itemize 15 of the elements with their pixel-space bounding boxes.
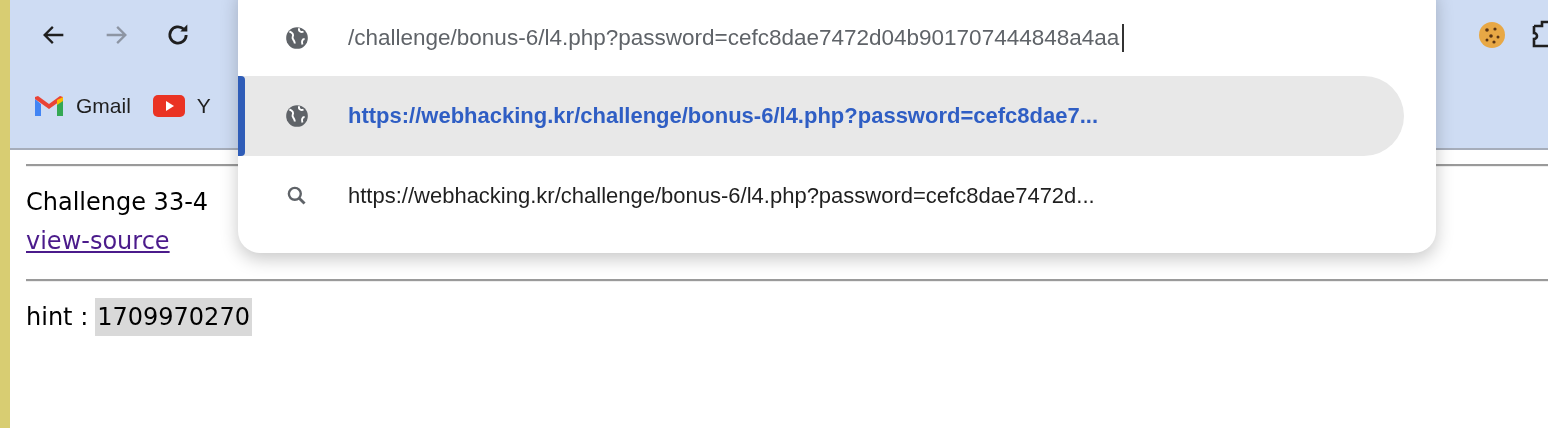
play-icon bbox=[152, 95, 185, 117]
address-field[interactable]: /challenge/bonus-6/l4.php?password=cefc8dae7472d04b901707444848a4aa bbox=[348, 24, 1124, 52]
bookmark[interactable]: Gmail bbox=[34, 94, 131, 118]
view-source-link[interactable]: view-source bbox=[26, 221, 170, 261]
suggestion-item[interactable]: https://webhacking.kr/challenge/bonus-6/l4.php?password=cefc8dae7... bbox=[238, 76, 1404, 156]
cookie-icon[interactable] bbox=[1478, 21, 1506, 49]
bookmark[interactable]: Y bbox=[152, 94, 211, 118]
globe-icon bbox=[284, 103, 310, 129]
globe-icon bbox=[284, 25, 310, 51]
hint-label: hint : bbox=[26, 302, 89, 333]
hint-value: 1709970270 bbox=[95, 298, 252, 336]
challenge-title: Challenge 33-4 bbox=[26, 188, 209, 216]
suggestion-item[interactable]: https://webhacking.kr/challenge/bonus-6/l4.php?password=cefc8dae7472d... bbox=[238, 156, 1404, 236]
mail-icon bbox=[34, 95, 64, 117]
extensions-icon[interactable] bbox=[1532, 20, 1548, 50]
